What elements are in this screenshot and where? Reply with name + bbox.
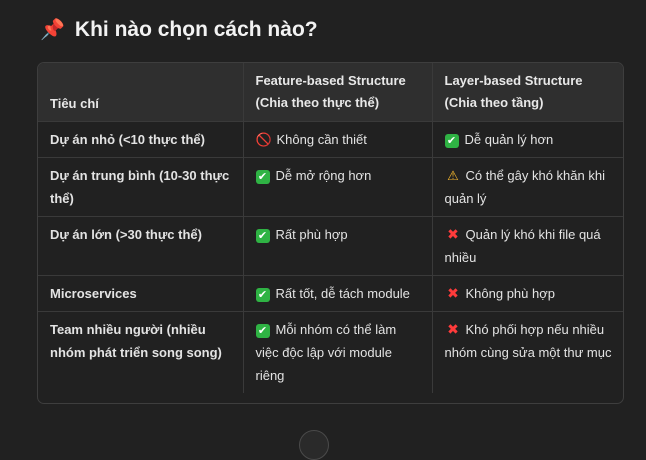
table-row: Dự án trung bình (10-30 thực thể) ✔ Dễ mở… xyxy=(38,157,623,217)
check-icon: ✔ xyxy=(444,133,459,148)
criteria-cell: Dự án lớn (>30 thực thể) xyxy=(38,216,244,276)
layer-cell: ✔ Dễ quản lý hơn xyxy=(432,121,623,158)
table-row: Dự án lớn (>30 thực thể) ✔ Rất phù hợp ✖ Q… xyxy=(38,216,623,276)
table-row: Dự án nhỏ (<10 thực thể) 🚫 Không cần thiế… xyxy=(38,121,623,158)
layer-text: Quản lý khó khi file quá nhiều xyxy=(444,226,601,265)
criteria-cell: Dự án trung bình (10-30 thực thể) xyxy=(38,157,244,217)
feature-cell: ✔ Rất tốt, dễ tách module xyxy=(243,275,433,312)
feature-text: Mỗi nhóm có thể làm việc độc lập với mod… xyxy=(255,321,397,383)
check-icon: ✔ xyxy=(255,169,270,184)
layer-text: Khó phối hợp nếu nhiều nhóm cùng sửa một… xyxy=(444,321,612,360)
header-layer-based: Layer-based Structure (Chia theo tầng) xyxy=(432,63,623,122)
layer-cell: ✖ Không phù hợp xyxy=(432,275,623,312)
section-heading: 📌 Khi nào chọn cách nào? xyxy=(40,18,318,42)
comparison-table: Tiêu chí Feature-based Structure (Chia t… xyxy=(37,62,624,404)
feature-cell: 🚫 Không cần thiết xyxy=(243,121,433,158)
check-icon: ✔ xyxy=(255,228,270,243)
header-feature-subtitle: (Chia theo thực thể) xyxy=(255,95,380,110)
header-layer-subtitle: (Chia theo tầng) xyxy=(444,95,544,110)
layer-text: Dễ quản lý hơn xyxy=(464,131,554,147)
header-layer-title: Layer-based Structure xyxy=(444,73,583,88)
feature-text: Rất phù hợp xyxy=(275,226,348,242)
header-criteria: Tiêu chí xyxy=(38,63,244,122)
table-row: Microservices ✔ Rất tốt, dễ tách module ✖… xyxy=(38,275,623,312)
feature-text: Dễ mở rộng hơn xyxy=(275,167,372,183)
cross-icon: ✖ xyxy=(447,225,459,242)
header-feature-title: Feature-based Structure xyxy=(255,73,406,88)
feature-cell: ✔ Rất phù hợp xyxy=(243,216,433,276)
cross-icon: ✖ xyxy=(447,320,459,337)
check-icon: ✔ xyxy=(255,287,270,302)
header-criteria-label: Tiêu chí xyxy=(50,95,99,111)
feature-text: Không cần thiết xyxy=(276,131,367,147)
layer-text: Không phù hợp xyxy=(465,285,556,301)
prohibited-icon: 🚫 xyxy=(255,131,273,147)
criteria-cell: Dự án nhỏ (<10 thực thể) xyxy=(38,121,244,158)
check-icon: ✔ xyxy=(255,323,270,338)
pushpin-icon: 📌 xyxy=(40,19,65,41)
section-title: Khi nào chọn cách nào? xyxy=(74,18,318,41)
feature-text: Rất tốt, dễ tách module xyxy=(275,285,410,301)
table-header-row: Tiêu chí Feature-based Structure (Chia t… xyxy=(38,63,623,122)
feature-cell: ✔ Dễ mở rộng hơn xyxy=(243,157,433,217)
layer-cell: ✖ Quản lý khó khi file quá nhiều xyxy=(432,216,623,276)
header-feature-based: Feature-based Structure (Chia theo thực … xyxy=(243,63,433,122)
criteria-cell: Team nhiều người (nhiều nhóm phát triển … xyxy=(38,311,244,393)
layer-cell: ✖ Khó phối hợp nếu nhiều nhóm cùng sửa mộ… xyxy=(432,311,623,393)
feature-cell: ✔ Mỗi nhóm có thể làm việc độc lập với mo… xyxy=(243,311,433,393)
criteria-cell: Microservices xyxy=(38,275,244,312)
cross-icon: ✖ xyxy=(447,284,459,301)
layer-text: Có thể gây khó khăn khi quản lý xyxy=(444,167,605,206)
layer-cell: ⚠ Có thể gây khó khăn khi quản lý xyxy=(432,157,623,217)
warning-icon: ⚠ xyxy=(447,167,459,183)
table-row: Team nhiều người (nhiều nhóm phát triển … xyxy=(38,311,623,393)
scroll-down-button[interactable] xyxy=(299,430,329,460)
